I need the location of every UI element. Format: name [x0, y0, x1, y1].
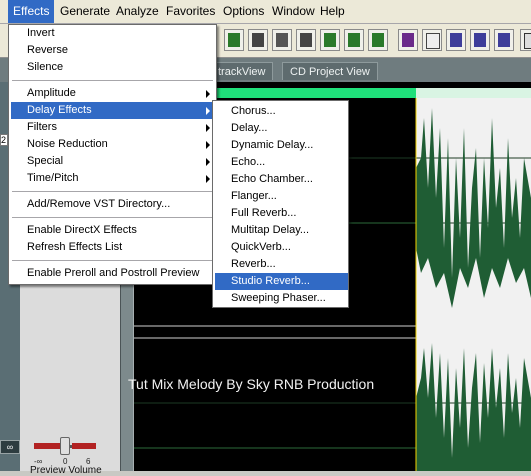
- submenu-item-echo-chamber[interactable]: Echo Chamber...: [215, 171, 348, 188]
- tab-multitrack-view[interactable]: trackView: [210, 62, 274, 80]
- trim-icon: [300, 33, 312, 47]
- menu-separator: [12, 191, 213, 192]
- menu-item-label: Silence: [27, 61, 64, 73]
- menu-generate[interactable]: Generate: [55, 0, 115, 23]
- submenu-arrow-icon: [206, 107, 210, 115]
- preview-volume-right-range: [72, 443, 96, 449]
- submenu-item-multitap-delay[interactable]: Multitap Delay...: [215, 222, 348, 239]
- menu-favorites[interactable]: Favorites: [161, 0, 220, 23]
- menu-item-time-pitch[interactable]: Time/Pitch: [11, 170, 216, 187]
- submenu-item-echo[interactable]: Echo...: [215, 154, 348, 171]
- menu-item-label: Amplitude: [27, 87, 76, 99]
- spectral-icon: [402, 33, 414, 47]
- mix-paste-icon: [324, 33, 336, 47]
- submenu-item-chorus[interactable]: Chorus...: [215, 103, 348, 120]
- menu-item-enable-directx[interactable]: Enable DirectX Effects: [11, 222, 216, 239]
- submenu-item-dynamic-delay[interactable]: Dynamic Delay...: [215, 137, 348, 154]
- paste-icon: [276, 33, 288, 47]
- menu-item-add-remove-vst[interactable]: Add/Remove VST Directory...: [11, 196, 216, 213]
- submenu-item-studio-reverb[interactable]: Studio Reverb...: [215, 273, 348, 290]
- menu-item-noise-reduction[interactable]: Noise Reduction: [11, 136, 216, 153]
- loop-view-button[interactable]: [494, 29, 514, 51]
- menu-separator: [12, 217, 213, 218]
- delay-effects-submenu: Chorus... Delay... Dynamic Delay... Echo…: [212, 100, 349, 308]
- menu-item-invert[interactable]: Invert: [11, 25, 216, 42]
- watermark-caption: Tut Mix Melody By Sky RNB Production: [128, 376, 375, 392]
- preview-volume-left-range: [34, 443, 60, 449]
- menu-bar: Effects Generate Analyze Favorites Optio…: [0, 0, 531, 24]
- menu-item-label: Special: [27, 155, 64, 167]
- menu-item-refresh-effects[interactable]: Refresh Effects List: [11, 239, 216, 256]
- scissors-icon: [252, 33, 264, 47]
- submenu-arrow-icon: [206, 175, 210, 183]
- zoom-icon: [372, 33, 384, 47]
- menu-item-label: Reverse: [27, 44, 68, 56]
- frequency-button[interactable]: [398, 29, 418, 51]
- menu-window[interactable]: Window: [267, 0, 320, 23]
- effects-menu: Invert Reverse Silence Amplitude Delay E…: [8, 24, 217, 285]
- menu-options[interactable]: Options: [218, 0, 269, 23]
- menu-analyze[interactable]: Analyze: [111, 0, 164, 23]
- cd-view-button[interactable]: [470, 29, 490, 51]
- submenu-arrow-icon: [206, 141, 210, 149]
- menu-item-label: Time/Pitch: [27, 172, 79, 184]
- menu-item-filters[interactable]: Filters: [11, 119, 216, 136]
- grid-icon: [498, 33, 510, 47]
- paste-button[interactable]: [272, 29, 292, 51]
- menu-item-label: Delay Effects: [27, 104, 92, 116]
- submenu-item-full-reverb[interactable]: Full Reverb...: [215, 205, 348, 222]
- submenu-item-flanger[interactable]: Flanger...: [215, 188, 348, 205]
- menu-separator: [12, 260, 213, 261]
- edit-view-button[interactable]: [422, 29, 442, 51]
- copy-button[interactable]: [224, 29, 244, 51]
- menu-item-reverse[interactable]: Reverse: [11, 42, 216, 59]
- menu-item-label: Filters: [27, 121, 57, 133]
- toolbar-extra-button[interactable]: [520, 29, 531, 51]
- submenu-arrow-icon: [206, 124, 210, 132]
- submenu-arrow-icon: [206, 158, 210, 166]
- submenu-item-sweeping-phaser[interactable]: Sweeping Phaser...: [215, 290, 348, 307]
- menu-item-special[interactable]: Special: [11, 153, 216, 170]
- side-value-field[interactable]: 2: [0, 134, 8, 146]
- menu-help[interactable]: Help: [315, 0, 350, 23]
- grid-icon: [474, 33, 486, 47]
- menu-separator: [12, 80, 213, 81]
- timeline-selection: [416, 88, 531, 98]
- select-button[interactable]: [344, 29, 364, 51]
- submenu-item-delay[interactable]: Delay...: [215, 120, 348, 137]
- multitrack-button[interactable]: [446, 29, 466, 51]
- grid-icon: [348, 33, 360, 47]
- tab-cd-project-view[interactable]: CD Project View: [282, 62, 378, 80]
- preview-volume-slider[interactable]: [60, 437, 70, 455]
- submenu-item-quickverb[interactable]: QuickVerb...: [215, 239, 348, 256]
- menu-effects[interactable]: Effects: [8, 0, 55, 23]
- menu-item-label: Refresh Effects List: [27, 241, 123, 253]
- menu-item-enable-preroll[interactable]: Enable Preroll and Postroll Preview: [11, 265, 216, 282]
- submenu-item-reverb[interactable]: Reverb...: [215, 256, 348, 273]
- menu-item-delay-effects[interactable]: Delay Effects: [11, 102, 216, 119]
- menu-item-label: Invert: [27, 27, 55, 39]
- trim-button[interactable]: [296, 29, 316, 51]
- zoom-button[interactable]: [368, 29, 388, 51]
- menu-item-label: Enable DirectX Effects: [27, 224, 137, 236]
- grid-icon: [450, 33, 462, 47]
- cut-button[interactable]: [248, 29, 268, 51]
- square-icon: [524, 33, 531, 49]
- menu-item-label: Add/Remove VST Directory...: [27, 198, 171, 210]
- menu-item-label: Enable Preroll and Postroll Preview: [27, 267, 200, 279]
- submenu-arrow-icon: [206, 90, 210, 98]
- mix-paste-button[interactable]: [320, 29, 340, 51]
- loop-button[interactable]: ∞: [0, 440, 20, 454]
- menu-item-amplitude[interactable]: Amplitude: [11, 85, 216, 102]
- menu-item-label: Noise Reduction: [27, 138, 108, 150]
- page-icon: [426, 33, 440, 49]
- menu-item-silence[interactable]: Silence: [11, 59, 216, 76]
- copy-icon: [228, 33, 240, 47]
